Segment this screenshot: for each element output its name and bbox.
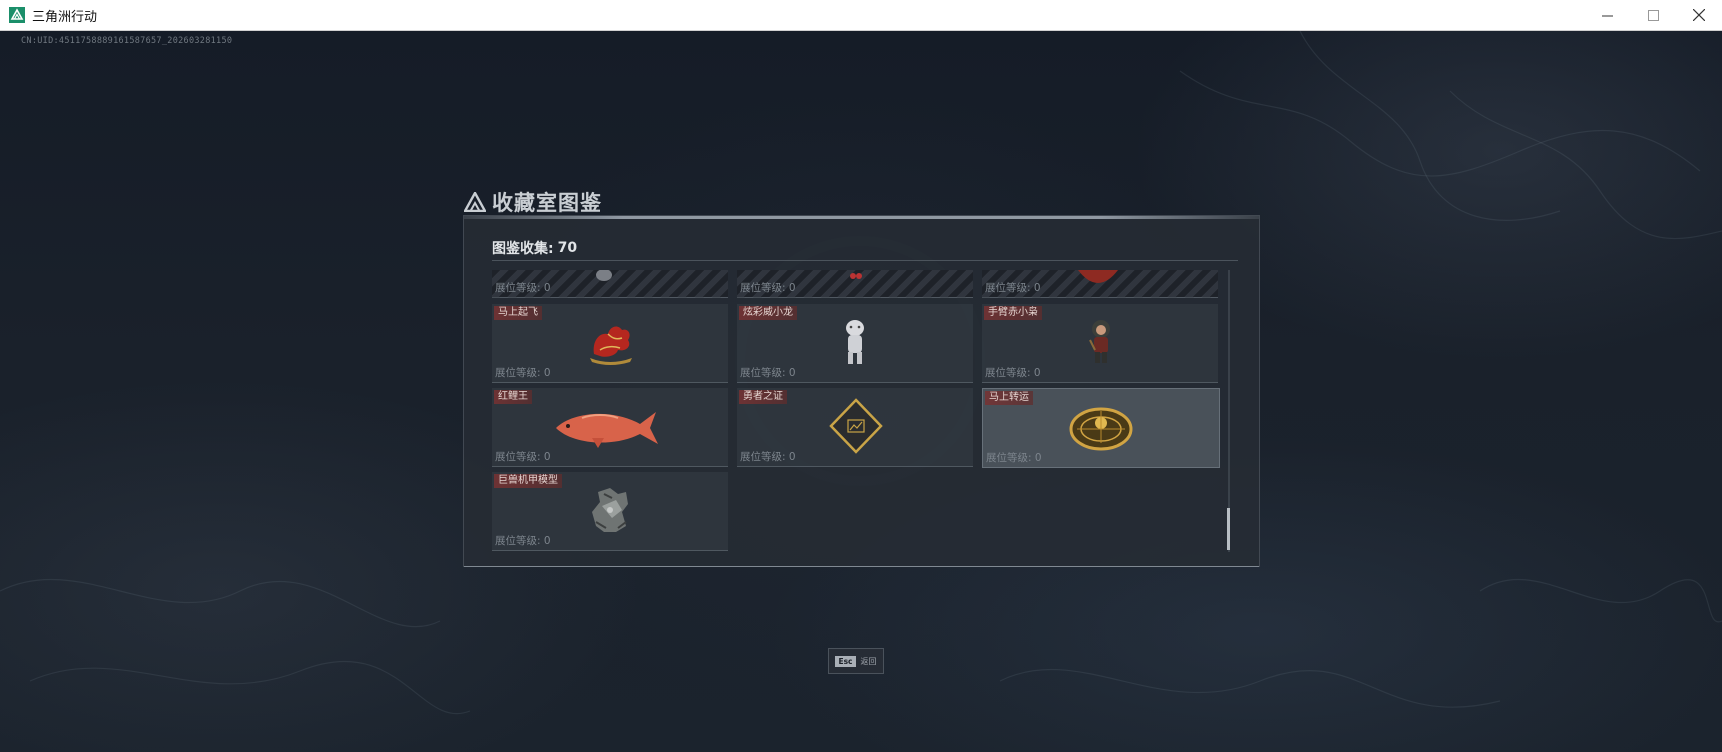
card-level: 展位等级: 0 bbox=[495, 451, 551, 463]
card-level: 展位等级: 0 bbox=[985, 282, 1041, 294]
minimize-button[interactable] bbox=[1584, 0, 1630, 30]
collection-card[interactable]: 巨兽机甲模型 展位等级: 0 bbox=[492, 472, 728, 551]
card-level: 展位等级: 0 bbox=[740, 451, 796, 463]
collection-card-selected[interactable]: 马上转运 展位等级: 0 bbox=[982, 388, 1220, 468]
scrollbar-thumb[interactable] bbox=[1227, 508, 1230, 550]
panel-top-border bbox=[464, 216, 1259, 219]
carp-icon bbox=[556, 412, 658, 448]
card-name: 手臂赤小枭 bbox=[984, 306, 1042, 320]
app-logo-icon bbox=[9, 7, 25, 23]
mecha-model-icon bbox=[592, 488, 628, 532]
back-button[interactable]: Esc 返回 bbox=[828, 648, 884, 674]
window-title: 三角洲行动 bbox=[32, 9, 98, 25]
esc-key-icon: Esc bbox=[835, 655, 856, 667]
panel-heading: 收藏室图鉴 bbox=[464, 187, 602, 217]
uid-watermark: CN:UID:4511758889161587657_202603281150 bbox=[21, 36, 233, 46]
card-name: 马上转运 bbox=[985, 391, 1033, 405]
card-name: 勇者之证 bbox=[739, 390, 787, 404]
collection-grid[interactable]: 展位等级: 0 展位等级: 0 展位等级: 0 马上起飞 展位等级: 0 炫彩威… bbox=[492, 270, 1227, 552]
collection-panel: 图鉴收集: 70 展位等级: 0 展位等级: 0 展位等级: 0 马上起飞 展位… bbox=[463, 215, 1260, 567]
collection-card[interactable]: 红鲤王 展位等级: 0 bbox=[492, 388, 728, 467]
card-level: 展位等级: 0 bbox=[495, 535, 551, 547]
card-level: 展位等级: 0 bbox=[495, 367, 551, 379]
item-thumbnail-icon bbox=[850, 273, 862, 279]
window-titlebar: 三角洲行动 bbox=[0, 0, 1722, 31]
compass-icon bbox=[1069, 407, 1133, 451]
collection-card[interactable]: 马上起飞 展位等级: 0 bbox=[492, 304, 728, 383]
card-level: 展位等级: 0 bbox=[740, 282, 796, 294]
collection-card[interactable]: 展位等级: 0 bbox=[492, 270, 728, 298]
card-level: 展位等级: 0 bbox=[740, 367, 796, 379]
horse-statue-icon bbox=[590, 326, 632, 365]
card-level: 展位等级: 0 bbox=[495, 282, 551, 294]
badge-card-icon bbox=[829, 398, 883, 454]
collection-card[interactable]: 勇者之证 展位等级: 0 bbox=[737, 388, 973, 467]
game-viewport: CN:UID:4511758889161587657_202603281150 … bbox=[0, 31, 1722, 752]
collection-count-row: 图鉴收集: 70 bbox=[492, 238, 577, 258]
card-level: 展位等级: 0 bbox=[985, 367, 1041, 379]
dragon-figure-icon bbox=[846, 320, 864, 364]
owl-figure-icon bbox=[1089, 320, 1110, 363]
card-name: 炫彩威小龙 bbox=[739, 306, 797, 320]
collection-card[interactable]: 展位等级: 0 bbox=[982, 270, 1218, 298]
close-button[interactable] bbox=[1676, 0, 1722, 30]
collection-card[interactable]: 炫彩威小龙 展位等级: 0 bbox=[737, 304, 973, 383]
collection-label: 图鉴收集: bbox=[492, 241, 554, 257]
card-name: 马上起飞 bbox=[494, 306, 542, 320]
divider bbox=[492, 260, 1238, 261]
panel-bottom-border bbox=[464, 566, 1259, 567]
collection-card[interactable]: 展位等级: 0 bbox=[737, 270, 973, 298]
card-name: 巨兽机甲模型 bbox=[494, 474, 562, 488]
item-thumbnail-icon bbox=[596, 270, 612, 281]
collection-count: 70 bbox=[557, 240, 578, 256]
minimize-icon bbox=[1601, 15, 1613, 16]
delta-logo-icon bbox=[464, 192, 486, 212]
back-label: 返回 bbox=[860, 656, 877, 666]
collection-card[interactable]: 手臂赤小枭 展位等级: 0 bbox=[982, 304, 1218, 383]
card-level: 展位等级: 0 bbox=[986, 452, 1042, 464]
maximize-icon bbox=[1647, 9, 1659, 21]
item-thumbnail-icon bbox=[1078, 270, 1118, 283]
maximize-button[interactable] bbox=[1630, 0, 1676, 30]
panel-title: 收藏室图鉴 bbox=[492, 191, 602, 215]
close-icon bbox=[1693, 9, 1705, 21]
card-name: 红鲤王 bbox=[494, 390, 532, 404]
